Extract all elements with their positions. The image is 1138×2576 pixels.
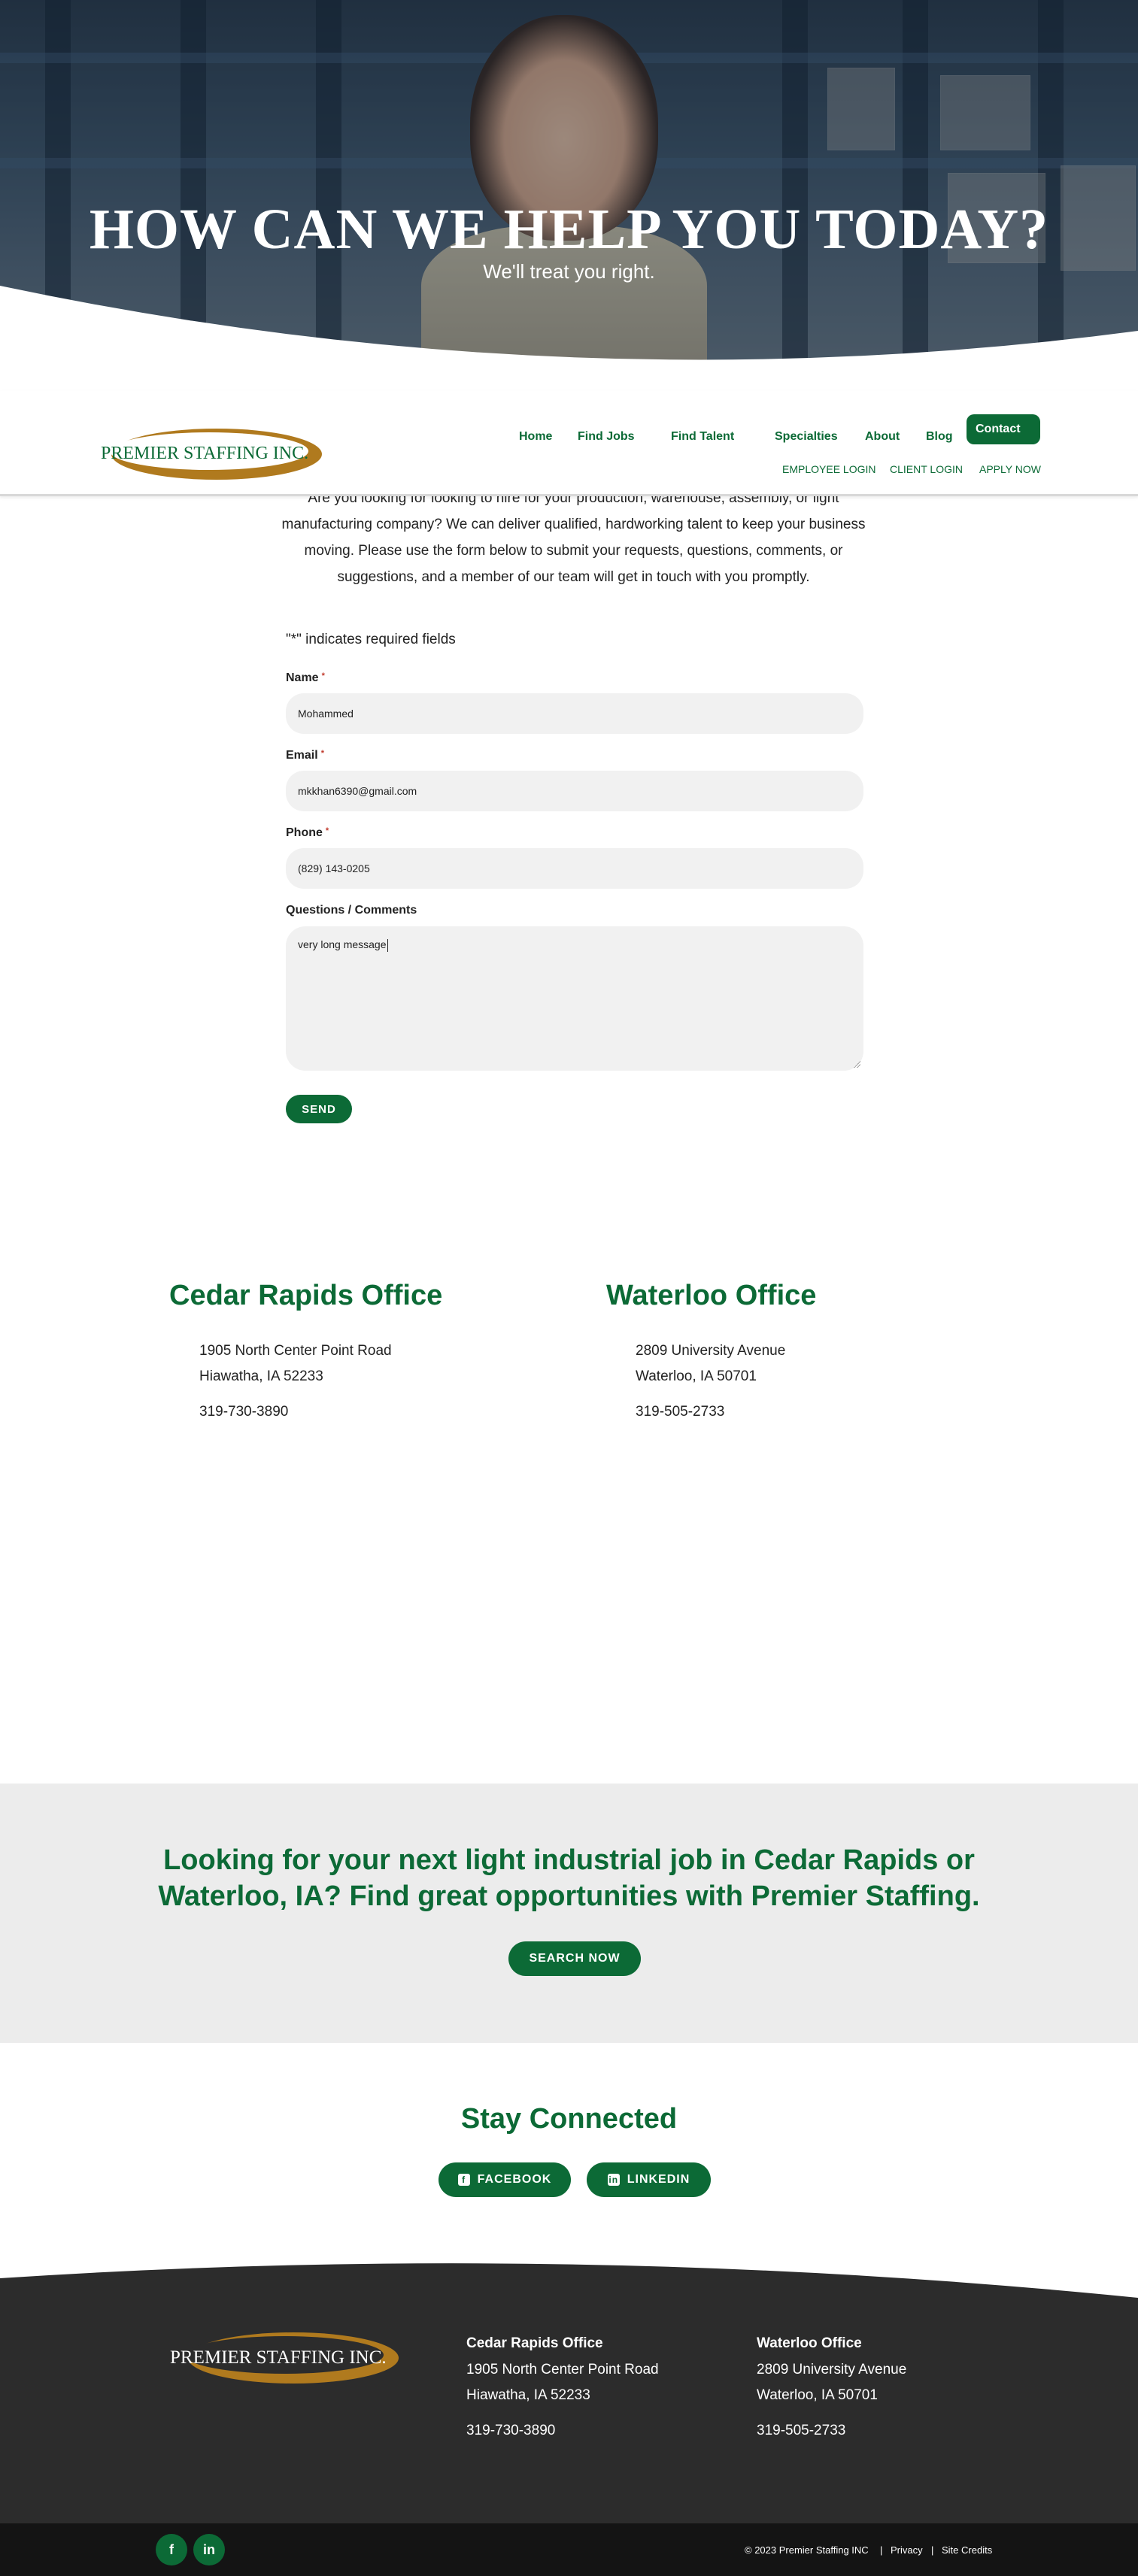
legal-separator: |	[931, 2544, 934, 2556]
jobs-cta-section: Looking for your next light industrial j…	[0, 1784, 1138, 2043]
cta-heading: Looking for your next light industrial j…	[158, 1844, 980, 1912]
required-marker: *	[325, 826, 329, 835]
comments-textarea[interactable]: very long message	[286, 926, 863, 1071]
nav-employee-login[interactable]: EMPLOYEE LOGIN	[782, 463, 876, 475]
required-marker: *	[320, 749, 324, 758]
name-label: Name *	[286, 671, 325, 685]
office-city: Hiawatha, IA 52233	[199, 1368, 323, 1384]
facebook-circle-icon[interactable]: f	[156, 2534, 187, 2565]
facebook-icon: f	[457, 2174, 470, 2186]
nav-blog[interactable]: Blog	[926, 430, 953, 444]
nav-home[interactable]: Home	[519, 430, 552, 444]
footer-office-city: Hiawatha, IA 52233	[466, 2387, 590, 2403]
form-intro: Are you looking for looking to hire for …	[281, 490, 866, 585]
footer-logo[interactable]: PREMIER STAFFING INC.	[167, 2328, 400, 2388]
phone-field[interactable]: (829) 143-0205	[286, 848, 863, 889]
linkedin-button[interactable]: in LINKEDIN	[587, 2162, 711, 2197]
premier-staffing-logo[interactable]: PREMIER STAFFING INC.	[96, 424, 322, 484]
footer-office-street: 2809 University Avenue	[757, 2362, 907, 2377]
logo-text: PREMIER STAFFING INC.	[101, 444, 308, 463]
office-street: 1905 North Center Point Road	[199, 1343, 392, 1359]
required-marker: *	[321, 671, 325, 680]
email-label: Email *	[286, 749, 324, 762]
site-footer: PREMIER STAFFING INC. Cedar Rapids Offic…	[0, 2256, 1138, 2523]
phone-label: Phone *	[286, 826, 329, 840]
copyright-text: © 2023 Premier Staffing INC	[745, 2544, 869, 2556]
email-label-text: Email	[286, 749, 318, 762]
search-now-button[interactable]: SEARCH NOW	[508, 1941, 641, 1976]
linkedin-circle-icon[interactable]: in	[193, 2534, 225, 2565]
footer-office-city: Waterloo, IA 50701	[757, 2387, 878, 2403]
footer-office-phone-link[interactable]: 319-505-2733	[757, 2423, 845, 2439]
office-street: 2809 University Avenue	[636, 1343, 786, 1359]
nav-contact[interactable]: Contact	[967, 414, 1040, 444]
footer-office-title: Waterloo Office	[757, 2335, 862, 2351]
office-phone-link[interactable]: 319-505-2733	[636, 1404, 724, 1420]
office-title-cedar-rapids: Cedar Rapids Office	[169, 1280, 443, 1311]
facebook-label: FACEBOOK	[477, 2173, 552, 2186]
comments-value: very long message	[298, 938, 387, 950]
name-field[interactable]: Mohammed	[286, 693, 863, 734]
name-label-text: Name	[286, 671, 319, 684]
hero-banner: HOW CAN WE HELP YOU TODAY? We'll treat y…	[0, 0, 1138, 376]
hero-curve-divider	[0, 286, 1138, 376]
linkedin-label: LINKEDIN	[627, 2173, 690, 2186]
footer-bottom-bar: f in © 2023 Premier Staffing INC | Priva…	[0, 2523, 1138, 2576]
stay-connected-heading: Stay Connected	[460, 2103, 678, 2135]
nav-find-jobs[interactable]: Find Jobs	[578, 430, 635, 444]
footer-curve-divider	[0, 2256, 1138, 2298]
nav-specialties[interactable]: Specialties	[775, 430, 838, 444]
office-title-waterloo: Waterloo Office	[606, 1280, 817, 1311]
nav-apply-now[interactable]: APPLY NOW	[979, 463, 1041, 475]
legal-separator: |	[880, 2544, 883, 2556]
facebook-button[interactable]: f FACEBOOK	[439, 2162, 571, 2197]
footer-office-street: 1905 North Center Point Road	[466, 2362, 659, 2377]
footer-office-title: Cedar Rapids Office	[466, 2335, 603, 2351]
nav-about[interactable]: About	[865, 430, 900, 444]
required-fields-note: "*" indicates required fields	[286, 632, 456, 647]
footer-office-phone-link[interactable]: 319-730-3890	[466, 2423, 555, 2439]
text-caret	[387, 938, 388, 952]
site-header: PREMIER STAFFING INC. Home Find Jobs Fin…	[0, 391, 1138, 496]
linkedin-icon: in	[607, 2174, 620, 2186]
hero-subtitle: We'll treat you right.	[483, 260, 655, 283]
office-phone-link[interactable]: 319-730-3890	[199, 1404, 288, 1420]
site-credits-link[interactable]: Site Credits	[942, 2544, 992, 2556]
nav-find-talent[interactable]: Find Talent	[671, 430, 734, 444]
email-field[interactable]: mkkhan6390@gmail.com	[286, 771, 863, 811]
footer-logo-text: PREMIER STAFFING INC.	[170, 2347, 387, 2368]
send-button[interactable]: SEND	[286, 1095, 352, 1123]
nav-client-login[interactable]: CLIENT LOGIN	[890, 463, 963, 475]
privacy-link[interactable]: Privacy	[891, 2544, 923, 2556]
hero-title: HOW CAN WE HELP YOU TODAY?	[89, 198, 1049, 261]
office-city: Waterloo, IA 50701	[636, 1368, 757, 1384]
resize-handle-icon[interactable]	[853, 1060, 860, 1068]
phone-label-text: Phone	[286, 826, 323, 839]
comments-label: Questions / Comments	[286, 904, 417, 917]
